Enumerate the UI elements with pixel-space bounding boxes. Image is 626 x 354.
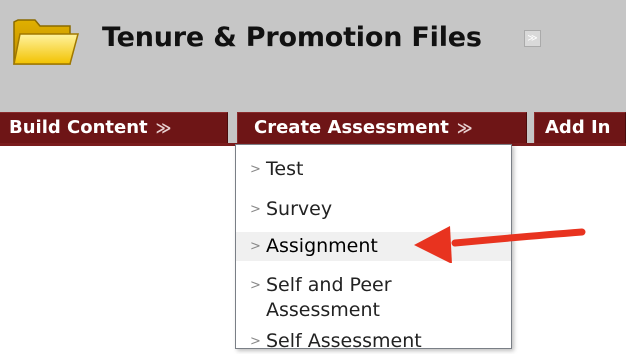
menu-item-label: Test (266, 158, 304, 180)
add-interactive-tool-button[interactable]: Add In (534, 112, 626, 144)
menu-item-test[interactable]: > Test (236, 157, 511, 182)
chevron-right-icon: > (250, 334, 261, 349)
chevron-right-icon: > (250, 162, 261, 177)
action-toolbar: Build Content ≫ Create Assessment ≫ Add In (0, 104, 626, 144)
menu-item-label: Self and Peer (266, 274, 392, 296)
add-interactive-tool-label: Add In (545, 117, 611, 138)
chevron-right-icon: > (250, 202, 261, 217)
menu-item-self-and-peer-assessment[interactable]: > Self and Peer Assessment (236, 273, 511, 323)
page-title: Tenure & Promotion Files (102, 22, 482, 53)
chevron-right-icon: > (250, 278, 261, 293)
menu-item-label: Self Assessment (266, 330, 422, 352)
build-content-button[interactable]: Build Content ≫ (0, 112, 228, 144)
create-assessment-label: Create Assessment (254, 117, 449, 138)
red-arrow-icon (414, 226, 586, 263)
menu-item-self-assessment[interactable]: > Self Assessment (236, 329, 511, 354)
menu-item-label: Survey (266, 198, 333, 220)
chevron-down-icon: ≫ (155, 119, 172, 137)
menu-item-label-line2: Assessment (266, 299, 380, 321)
create-assessment-button[interactable]: Create Assessment ≫ (237, 112, 527, 144)
folder-icon (13, 19, 79, 65)
content-area-header: Tenure & Promotion Files ≫ (0, 0, 626, 104)
chevron-down-icon: ≫ (456, 119, 473, 137)
menu-item-label: Assignment (266, 235, 378, 257)
chevron-right-icon: > (250, 239, 261, 254)
title-options-chevron-icon[interactable]: ≫ (524, 30, 541, 47)
build-content-label: Build Content (9, 117, 148, 138)
